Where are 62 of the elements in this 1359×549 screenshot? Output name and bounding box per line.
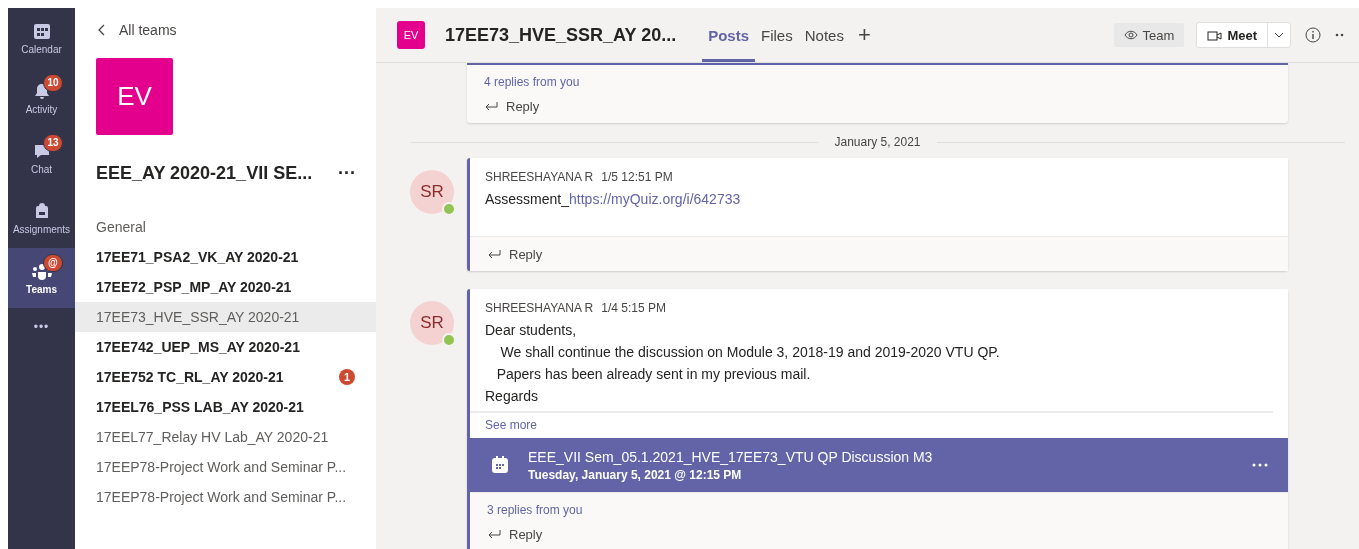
channel-item[interactable]: 17EE742_UEP_MS_AY 2020-21 [75,332,376,362]
back-chevron-icon[interactable] [97,24,105,36]
channel-item[interactable]: 17EE752 TC_RL_AY 2020-21 1 [75,362,376,392]
team-name: EEE_AY 2020-21_VII SE... [96,163,313,184]
user-avatar: SR [410,170,454,214]
rail-item[interactable]: Teams @ [8,248,75,308]
notification-badge: @ [43,254,63,272]
message-text: Dear students, We shall continue the discussion on Module 3, 2018-19 and 2019-2020 VTU QP. Papers has been already sent in my previous mail. Regards [485,321,1001,406]
reply-arrow-icon [487,249,501,259]
channel-item[interactable]: General [75,212,376,242]
add-tab-button[interactable]: + [857,22,871,48]
reply-link[interactable]: Reply [509,246,543,262]
meeting-banner[interactable]: EEE_VII Sem_05.1.2021_HVE_17EE73_VTU QP Discussion M3 Tuesday, January 5, 2021 @ 12:15 PM [470,438,1288,492]
channel-item[interactable]: 17EEP78-Project Work and Seminar P... [75,482,376,512]
reply-link[interactable]: Reply [509,526,543,542]
unread-badge: 1 [339,369,355,385]
post-time: 1/4 5:15 PM [601,301,666,315]
channel-tab[interactable]: Files [755,8,799,62]
post-time: 1/5 12:51 PM [601,170,673,184]
all-teams-link[interactable]: All teams [119,22,177,38]
rail-item[interactable]: Activity 10 [8,68,75,128]
more-apps-button[interactable]: ••• [8,320,75,334]
meeting-title: EEE_VII Sem_05.1.2021_HVE_17EE73_VTU QP Discussion M3 [528,448,934,465]
channel-item[interactable]: 17EE71_PSA2_VK_AY 2020-21 [75,242,376,272]
quiz-link[interactable]: https://myQuiz.org/i/642733 [569,191,741,207]
reply-link[interactable]: Reply [506,98,540,114]
channel-tab[interactable]: Notes [798,8,850,62]
reply-arrow-icon [484,101,498,111]
team-avatar: EV [96,58,173,135]
author-name: SHREESHAYANA R [485,301,594,315]
rail-item[interactable]: Assignments [8,188,75,248]
author-name: SHREESHAYANA R [485,170,594,184]
user-avatar: SR [410,301,454,345]
replies-link[interactable]: 4 replies from you [467,65,1288,89]
channel-item[interactable]: 17EEP78-Project Work and Seminar P... [75,452,376,482]
see-more-link[interactable]: See more [470,411,1273,438]
channel-avatar: EV [397,21,425,49]
more-options-button[interactable]: ··· [338,163,356,184]
channel-item[interactable]: 17EEL77_Relay HV Lab_AY 2020-21 [75,422,376,452]
replies-link[interactable]: 3 replies from you [470,493,1288,517]
channel-item[interactable]: 17EEL76_PSS LAB_AY 2020-21 [75,392,376,422]
reply-arrow-icon [487,529,501,539]
info-icon[interactable] [1305,27,1321,43]
date-divider: January 5, 2021 [834,135,921,149]
eye-icon [1123,30,1138,40]
meeting-time: Tuesday, January 5, 2021 @ 12:15 PM [528,467,743,482]
notification-badge: 10 [43,74,63,92]
video-camera-icon [1207,29,1223,41]
channel-item[interactable]: 17EE72_PSP_MP_AY 2020-21 [75,272,376,302]
rail-item[interactable]: Chat 13 [8,128,75,188]
chevron-down-icon[interactable] [1274,32,1284,38]
team-button[interactable]: Team [1113,23,1185,47]
more-options-icon[interactable] [1335,33,1345,37]
calendar-icon [32,21,51,40]
channel-item[interactable]: 17EE73_HVE_SSR_AY 2020-21 [75,302,376,332]
message-text: Assessment_https://myQuiz.org/i/642733 [485,190,742,209]
rail-item[interactable]: Calendar [8,8,75,68]
channel-title: 17EE73_HVE_SSR_AY 20... [445,24,677,46]
channel-name: 17EE752 TC_RL_AY 2020-21 [96,369,284,385]
notification-badge: 13 [43,134,63,152]
more-options-icon[interactable] [1252,463,1268,467]
calendar-icon [490,455,510,475]
